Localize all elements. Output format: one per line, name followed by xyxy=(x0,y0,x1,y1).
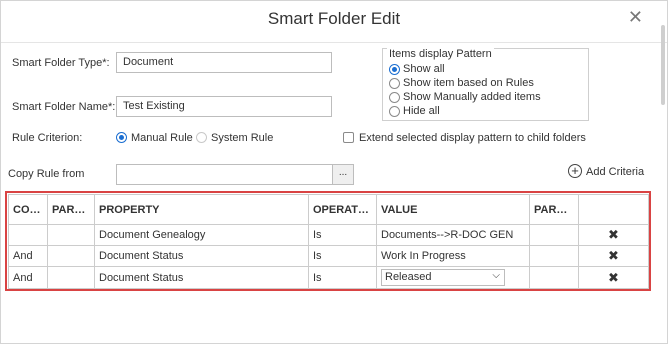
col-header-operator[interactable]: OPERATOR xyxy=(308,194,377,225)
show-rules-radio[interactable] xyxy=(389,78,400,89)
cell-paren-open[interactable] xyxy=(47,266,95,289)
folder-name-field[interactable]: Test Existing xyxy=(116,96,332,117)
criteria-grid-highlight: CON... PAREN... PROPERTY OPERATOR VALUE … xyxy=(5,191,651,291)
cell-operator[interactable]: Is xyxy=(308,245,377,267)
show-manual-radio[interactable] xyxy=(389,92,400,103)
folder-type-label: Smart Folder Type*: xyxy=(12,57,110,69)
manual-rule-radio[interactable] xyxy=(116,132,127,143)
display-pattern-group: Items display Pattern Show all Show item… xyxy=(382,48,589,121)
grid-header-row: CON... PAREN... PROPERTY OPERATOR VALUE … xyxy=(8,194,649,225)
chevron-down-icon: ⌵ xyxy=(492,270,500,281)
cell-connector[interactable]: And xyxy=(8,245,48,267)
value-dropdown[interactable]: Released ⌵ xyxy=(381,269,505,286)
dialog-title: Smart Folder Edit xyxy=(267,9,401,28)
delete-row-icon[interactable]: ✖ xyxy=(578,266,649,289)
extend-pattern-label[interactable]: Extend selected display pattern to child… xyxy=(359,132,586,144)
table-row[interactable]: And Document Status Is Released ⌵ ✖ xyxy=(8,266,649,289)
col-header-property[interactable]: PROPERTY xyxy=(94,194,309,225)
cell-value-select[interactable]: Released ⌵ xyxy=(376,266,530,289)
cell-connector[interactable] xyxy=(8,224,48,246)
value-dropdown-text: Released xyxy=(385,271,432,283)
hide-all-radio[interactable] xyxy=(389,106,400,117)
show-all-label[interactable]: Show all xyxy=(403,63,445,75)
folder-name-label: Smart Folder Name*: xyxy=(12,101,116,113)
cell-operator[interactable]: Is xyxy=(308,224,377,246)
close-icon[interactable]: ✕ xyxy=(628,8,643,26)
col-header-paren-open[interactable]: PAREN... xyxy=(47,194,95,225)
add-criteria-link[interactable]: Add Criteria xyxy=(586,166,644,178)
scrollbar[interactable] xyxy=(657,25,667,105)
cell-paren-open[interactable] xyxy=(47,224,95,246)
cell-value[interactable]: Documents-->R-DOC GEN xyxy=(376,224,530,246)
col-header-paren-close[interactable]: PAREN... xyxy=(529,194,579,225)
col-header-connector[interactable]: CON... xyxy=(8,194,48,225)
cell-paren-close[interactable] xyxy=(529,245,579,267)
smart-folder-edit-dialog: Smart Folder Edit ✕ Smart Folder Type*: … xyxy=(0,0,668,344)
col-header-actions xyxy=(578,194,649,225)
add-circle-icon[interactable]: + xyxy=(568,164,582,178)
delete-row-icon[interactable]: ✖ xyxy=(578,224,649,246)
show-all-radio[interactable] xyxy=(389,64,400,75)
browse-button[interactable]: ... xyxy=(332,164,354,185)
rule-criterion-label: Rule Criterion: xyxy=(12,132,83,144)
cell-property[interactable]: Document Status xyxy=(94,245,309,267)
cell-paren-open[interactable] xyxy=(47,245,95,267)
cell-value[interactable]: Work In Progress xyxy=(376,245,530,267)
delete-row-icon[interactable]: ✖ xyxy=(578,245,649,267)
show-rules-label[interactable]: Show item based on Rules xyxy=(403,77,534,89)
manual-rule-label[interactable]: Manual Rule xyxy=(131,132,193,144)
extend-pattern-checkbox[interactable] xyxy=(343,132,354,143)
copy-rule-label: Copy Rule from xyxy=(8,168,85,180)
cell-property[interactable]: Document Status xyxy=(94,266,309,289)
table-row[interactable]: Document Genealogy Is Documents-->R-DOC … xyxy=(8,224,649,246)
hide-all-label[interactable]: Hide all xyxy=(403,105,440,117)
col-header-value[interactable]: VALUE xyxy=(376,194,530,225)
show-manual-label[interactable]: Show Manually added items xyxy=(403,91,541,103)
dialog-header: Smart Folder Edit ✕ xyxy=(1,1,667,43)
cell-operator[interactable]: Is xyxy=(308,266,377,289)
system-rule-label[interactable]: System Rule xyxy=(211,132,273,144)
cell-connector[interactable]: And xyxy=(8,266,48,289)
cell-property[interactable]: Document Genealogy xyxy=(94,224,309,246)
cell-paren-close[interactable] xyxy=(529,266,579,289)
display-pattern-legend: Items display Pattern xyxy=(387,48,494,60)
system-rule-radio[interactable] xyxy=(196,132,207,143)
cell-paren-close[interactable] xyxy=(529,224,579,246)
folder-type-field[interactable]: Document xyxy=(116,52,332,73)
criteria-grid: CON... PAREN... PROPERTY OPERATOR VALUE … xyxy=(8,194,649,289)
copy-rule-field[interactable] xyxy=(116,164,333,185)
table-row[interactable]: And Document Status Is Work In Progress … xyxy=(8,245,649,267)
